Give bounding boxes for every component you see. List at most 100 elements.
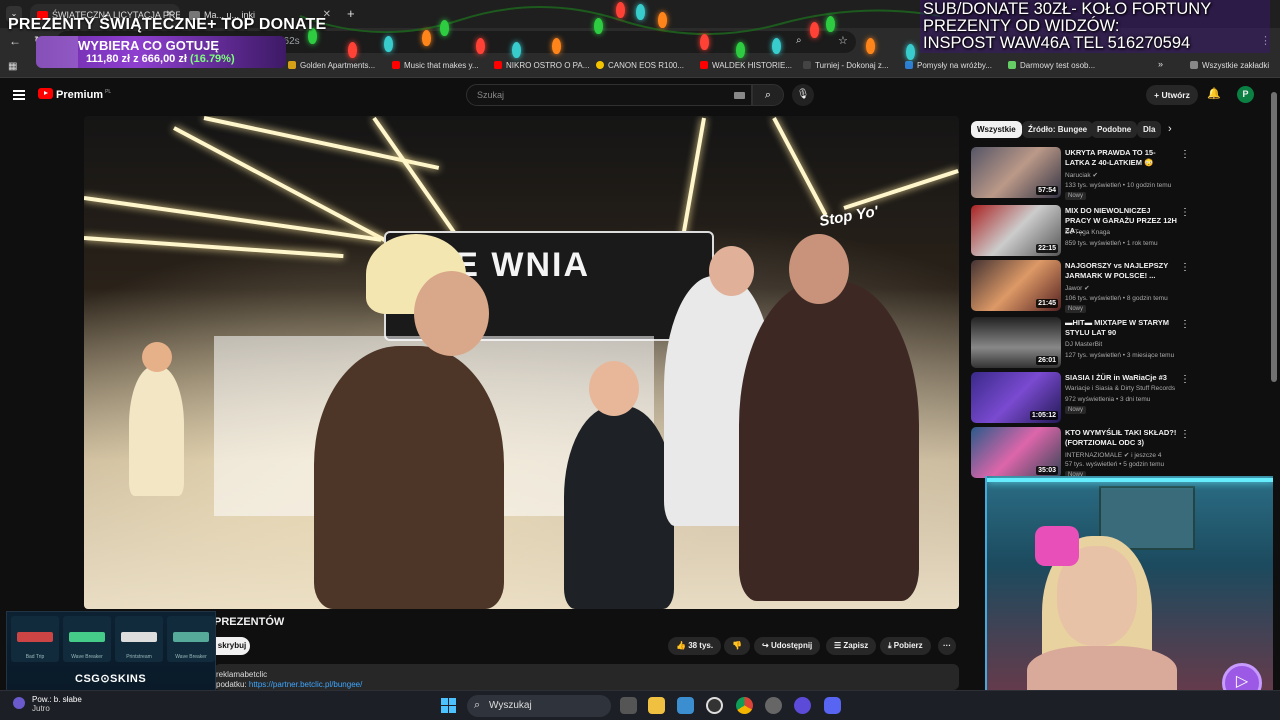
person-head (709, 246, 754, 296)
chip-for-you[interactable]: Dla (1137, 121, 1162, 138)
christmas-bulb-icon (736, 42, 745, 58)
download-button[interactable]: ⤓ Pobierz (880, 637, 931, 655)
file-explorer-icon[interactable] (648, 697, 665, 714)
task-view-icon[interactable] (620, 697, 637, 714)
chevron-right-icon[interactable]: › (1168, 123, 1172, 135)
create-button[interactable]: + Utwórz (1146, 85, 1198, 105)
store-sign-neon: Stop Yo' (817, 202, 880, 231)
description-line: podatku: https://partner.betclic.pl/bung… (216, 680, 363, 689)
settings-gear-icon[interactable] (765, 697, 782, 714)
skin-card: Printstream (115, 616, 163, 662)
save-icon: ☰ (834, 641, 844, 650)
bookmark-item[interactable]: Music that makes y... (392, 61, 479, 70)
christmas-bulb-icon (700, 34, 709, 50)
more-options-icon[interactable]: ⋮ (1180, 319, 1190, 330)
more-options-icon[interactable]: ⋮ (1180, 149, 1190, 160)
bookmark-favicon-icon (1008, 61, 1016, 69)
share-button[interactable]: ↪ Udostępnij (754, 637, 821, 655)
subdonate-line: INSPOST WAW46A TEL 516270594 (923, 34, 1191, 52)
channel-name: DJ MasterBit (1065, 341, 1103, 348)
rifle-icon (17, 632, 53, 642)
video-meta: 57 tys. wyświetleń • 5 godzin temu (1065, 461, 1165, 468)
youtube-play-icon (38, 88, 53, 99)
person-woman-left (129, 366, 184, 496)
avatar[interactable]: P (1237, 86, 1254, 103)
christmas-bulb-icon (810, 22, 819, 38)
ceiling-light (84, 196, 382, 242)
video-meta: 859 tys. wyświetleń • 1 rok temu (1065, 240, 1158, 247)
taskbar-search[interactable]: ⌕ Wyszukaj (467, 695, 611, 717)
recommendation-item[interactable]: 1:05:12 SIASIA I ŻÜR in WaRiaCje #3 Wari… (971, 372, 1191, 424)
channel-name: Jawor ✔ (1065, 285, 1090, 292)
recommendation-item[interactable]: 21:45 NAJGORSZY vs NAJLEPSZY JARMARK W P… (971, 260, 1191, 313)
all-bookmarks-item[interactable]: Wszystkie zakładki (1190, 61, 1269, 70)
discord-icon[interactable] (824, 697, 841, 714)
search-icon: ⌕ (474, 699, 481, 711)
hamburger-menu-icon[interactable] (13, 90, 25, 100)
weather-icon (13, 697, 25, 709)
description-line: reklamabetclic (216, 670, 268, 679)
rifle-icon (121, 632, 157, 642)
subscribe-button[interactable]: skrybuj (214, 637, 250, 655)
youtube-favicon-icon (392, 61, 400, 69)
description-link[interactable]: https://partner.betclic.pl/bungee/ (249, 680, 362, 689)
more-options-icon[interactable]: ⋮ (1180, 374, 1190, 385)
youtube-premium-logo[interactable]: Premium PL (38, 88, 111, 101)
bookmarks-overflow-icon[interactable]: » (1158, 59, 1163, 69)
subdonate-line: SUB/DONATE 30ZŁ- KOŁO FORTUNY (923, 0, 1212, 18)
recommendation-item[interactable]: 26:01 ▬HIT▬ MIXTAPE W STARYM STYLU LAT 9… (971, 317, 1191, 369)
recommendation-title: KTO WYMYŚLIŁ TAKI SKŁAD?! (FORTZIOMAL OD… (1065, 428, 1177, 447)
voice-search-button[interactable]: 🎙 (792, 84, 814, 106)
bookmark-item[interactable]: CANON EOS R100... (596, 61, 684, 70)
more-options-icon[interactable]: ⋮ (1180, 429, 1190, 440)
chrome-icon[interactable] (736, 697, 753, 714)
video-meta: 127 tys. wyświetleń • 3 miesiące temu (1065, 352, 1175, 359)
recommendation-item[interactable]: 22:15 MIX DO NIEWOLNICZEJ PRACY W GARAŻU… (971, 205, 1191, 257)
recommendation-item[interactable]: 35:03 KTO WYMYŚLIŁ TAKI SKŁAD?! (FORTZIO… (971, 427, 1191, 479)
christmas-bulb-icon (384, 36, 393, 52)
bookmark-favicon-icon (905, 61, 913, 69)
like-button[interactable]: 👍 38 tys. (668, 637, 722, 655)
christmas-bulb-icon (476, 38, 485, 54)
app-icon[interactable] (706, 697, 723, 714)
more-options-icon[interactable]: ⋮ (1180, 207, 1190, 218)
scrollbar[interactable] (1271, 92, 1277, 382)
bookmark-item[interactable]: NIKRO OSTRO O PA... (494, 61, 589, 70)
more-actions-button[interactable]: ··· (938, 637, 956, 655)
chip-source[interactable]: Źródło: Bungee (1022, 121, 1094, 138)
ceiling-light (772, 117, 828, 217)
app-icon[interactable] (794, 697, 811, 714)
christmas-bulb-icon (616, 2, 625, 18)
recommendation-title: ▬HIT▬ MIXTAPE W STARYM STYLU LAT 90 (1065, 318, 1170, 337)
thumb-up-icon: 👍 (676, 641, 689, 650)
bookmark-item[interactable]: Pomysły na wróżby... (905, 61, 992, 70)
christmas-bulb-icon (552, 38, 561, 54)
more-options-icon[interactable]: ⋮ (1180, 262, 1190, 273)
video-description[interactable]: reklamabetclic podatku: https://partner.… (214, 664, 959, 690)
dislike-button[interactable]: 👎 (724, 637, 750, 655)
keyboard-icon[interactable] (734, 92, 745, 99)
goal-title: WYBIERA CO GOTUJĘ (78, 38, 220, 53)
bookmark-item[interactable]: WALDEK HISTORIE... (700, 61, 792, 70)
bookmark-item[interactable]: Turniej - Dokonaj z... (803, 61, 889, 70)
christmas-bulb-icon (594, 18, 603, 34)
channel-name: Naruciak ✔ (1065, 172, 1098, 179)
video-player[interactable]: ASE WNIA Stop Yo' (84, 116, 959, 609)
recommendation-item[interactable]: 57:54 UKRYTA PRAWDA TO 15-LATKA Z 40-LAT… (971, 147, 1191, 200)
windows-start-icon[interactable] (441, 698, 456, 713)
christmas-bulb-icon (348, 42, 357, 58)
search-button[interactable]: ⌕ (752, 84, 784, 106)
thumbnail: 21:45 (971, 260, 1061, 311)
chip-related[interactable]: Podobne (1091, 121, 1138, 138)
duration-badge: 35:03 (1036, 466, 1058, 475)
goal-amount: 111,80 zł z 666,00 zł (16.79%) (86, 53, 235, 65)
store-icon[interactable] (677, 697, 694, 714)
chip-all[interactable]: Wszystkie (971, 121, 1022, 138)
bookmark-item[interactable]: Darmowy test osob... (1008, 61, 1095, 70)
search-input[interactable]: Szukaj (466, 84, 752, 106)
led-strip (987, 478, 1273, 482)
weather-widget[interactable]: Pow.: b. słabe Jutro (13, 695, 82, 713)
save-button[interactable]: ☰ Zapisz (826, 637, 877, 655)
search-icon: ⌕ (764, 89, 772, 101)
notifications-bell-icon[interactable]: 🔔 (1207, 87, 1221, 100)
